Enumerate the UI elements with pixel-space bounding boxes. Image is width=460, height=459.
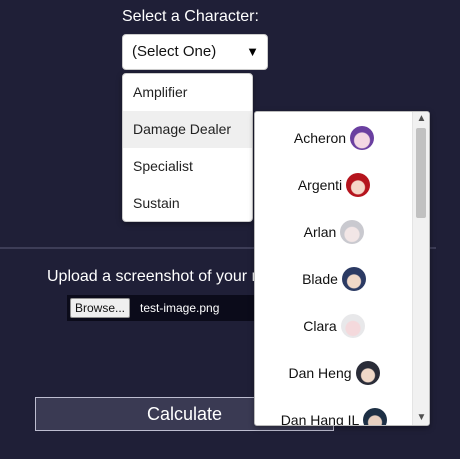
dan-heng-il-avatar-icon [363, 407, 388, 425]
character-item-arlan[interactable]: Arlan [255, 206, 413, 253]
character-item-dan-heng-il[interactable]: Dan Hang IL [255, 394, 413, 426]
selected-file-name: test-image.png [140, 301, 220, 315]
argenti-avatar-icon [346, 172, 371, 197]
character-item-argenti[interactable]: Argenti [255, 159, 413, 206]
character-list-scrollbar[interactable]: ▲ ▼ [412, 112, 429, 425]
arlan-avatar-icon [340, 219, 365, 244]
clara-avatar-icon [340, 313, 365, 338]
browse-button[interactable]: Browse... [70, 298, 131, 318]
character-name: Dan Hang IL [280, 411, 360, 426]
menu-item-sustain[interactable]: Sustain [123, 185, 252, 221]
select-character-label: Select a Character: [122, 8, 259, 25]
character-name: Arlan [303, 223, 337, 240]
select-value: (Select One) [132, 43, 217, 60]
scroll-up-icon[interactable]: ▲ [413, 112, 429, 126]
menu-item-damage-dealer[interactable]: Damage Dealer [123, 111, 252, 148]
caret-down-icon: ▼ [246, 44, 259, 59]
scroll-down-icon[interactable]: ▼ [413, 411, 429, 425]
acheron-avatar-icon [350, 125, 375, 150]
character-list: Acheron Argenti Arlan Blade Clara Dan He… [255, 112, 413, 426]
character-role-select[interactable]: (Select One) ▼ [122, 34, 268, 70]
character-name: Clara [303, 317, 337, 334]
character-name: Acheron [293, 129, 347, 146]
character-item-acheron[interactable]: Acheron [255, 112, 413, 159]
menu-item-amplifier[interactable]: Amplifier [123, 74, 252, 111]
character-name: Blade [302, 270, 338, 287]
character-item-clara[interactable]: Clara [255, 300, 413, 347]
blade-avatar-icon [341, 266, 366, 291]
scroll-thumb[interactable] [416, 128, 426, 218]
character-name: Dan Heng [288, 364, 352, 381]
character-name: Argenti [297, 176, 343, 193]
dan-heng-avatar-icon [355, 360, 380, 385]
character-list-panel: Acheron Argenti Arlan Blade Clara Dan He… [254, 111, 430, 426]
character-item-dan-heng[interactable]: Dan Heng [255, 347, 413, 394]
upload-label: Upload a screenshot of your r [47, 268, 257, 285]
file-input[interactable]: Browse... test-image.png [67, 295, 257, 321]
character-item-blade[interactable]: Blade [255, 253, 413, 300]
role-dropdown-menu: Amplifier Damage Dealer Specialist Susta… [122, 73, 253, 222]
menu-item-specialist[interactable]: Specialist [123, 148, 252, 185]
